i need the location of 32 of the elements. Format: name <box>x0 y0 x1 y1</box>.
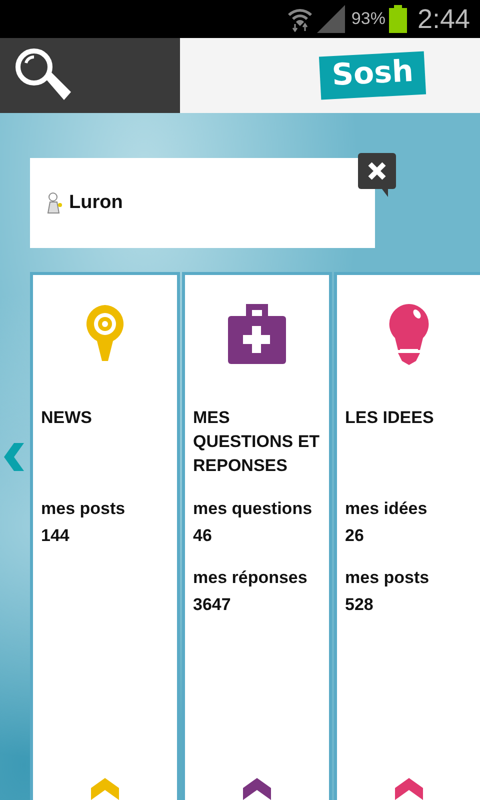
chevron-left-icon <box>2 443 26 471</box>
avatar-icon <box>45 191 63 215</box>
profile-name: Luron <box>69 192 123 214</box>
stat-value: 46 <box>193 525 213 547</box>
first-aid-kit-icon <box>228 303 286 365</box>
signal-icon <box>317 5 348 33</box>
stat-value: 528 <box>345 594 374 616</box>
map-pin-icon <box>84 303 126 363</box>
stat-value: 3647 <box>193 594 232 616</box>
stat-value: 144 <box>41 525 70 547</box>
clock: 2:44 <box>417 4 470 34</box>
stat-label: mes questions <box>193 498 314 520</box>
category-card[interactable]: NEWS mes posts 144 <box>30 272 180 800</box>
stat-label: mes idées <box>345 498 428 520</box>
chevron-up-icon[interactable] <box>395 778 423 800</box>
chevron-up-icon[interactable] <box>243 778 271 800</box>
stat-label: mes posts <box>41 498 126 520</box>
stat-label: mes posts <box>345 567 430 589</box>
stat-value: 26 <box>345 525 365 547</box>
card-title: LES IDEES <box>345 407 435 429</box>
battery-icon <box>389 5 408 33</box>
card-title: NEWS <box>41 407 93 429</box>
wifi-icon <box>287 6 314 32</box>
close-button[interactable] <box>358 153 396 198</box>
search-button[interactable] <box>0 38 180 113</box>
card-title: MES QUESTIONS ET REPONSES <box>193 407 321 477</box>
light-bulb-icon <box>388 303 430 365</box>
stat-label: mes réponses <box>193 567 308 589</box>
battery-percentage: 93% <box>351 9 386 29</box>
category-card[interactable]: MES QUESTIONS ET REPONSES mes questions 46 mes réponses 3647 <box>182 272 332 800</box>
category-card[interactable]: LES IDEES mes idées 26 mes posts 528 <box>334 272 480 800</box>
logo: Sosh <box>318 51 426 100</box>
